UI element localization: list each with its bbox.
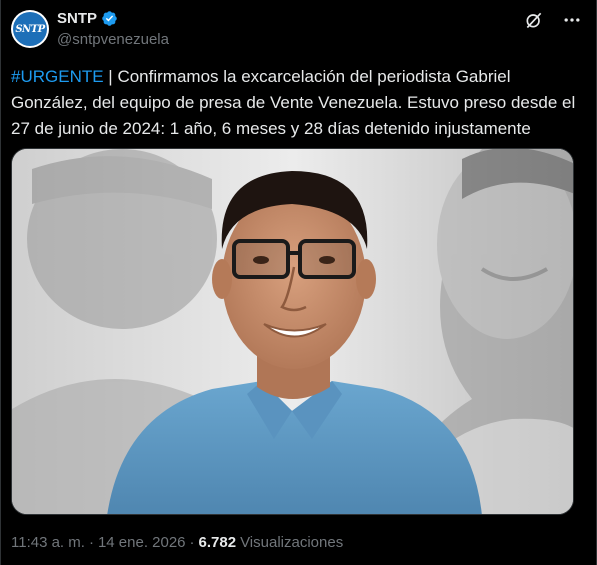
tweet-card[interactable]: SNTP SNTP @sntpvenezuela #URGENTE | Conf…: [0, 0, 597, 565]
meta-separator: ·: [88, 534, 94, 551]
grok-slash-icon[interactable]: [524, 10, 544, 30]
tweet-actions-top: [524, 10, 582, 30]
hashtag-link[interactable]: #URGENTE: [11, 67, 104, 86]
author-handle[interactable]: @sntpvenezuela: [57, 31, 169, 48]
tweet-metadata: 11:43 a. m. · 14 ene. 2026 · 6.782 Visua…: [11, 534, 343, 551]
tweet-date[interactable]: 14 ene. 2026: [98, 534, 186, 551]
views-label: Visualizaciones: [240, 534, 344, 551]
tweet-text: #URGENTE | Confirmamos la excarcelación …: [11, 64, 583, 142]
more-dots-icon[interactable]: [562, 10, 582, 30]
avatar[interactable]: SNTP: [11, 10, 49, 48]
tweet-photo[interactable]: [11, 148, 574, 515]
tweet-time[interactable]: 11:43 a. m.: [11, 534, 85, 551]
avatar-logo: SNTP: [13, 12, 47, 46]
author-name-row: SNTP: [57, 10, 118, 27]
meta-separator: ·: [189, 534, 195, 551]
views-count: 6.782: [198, 534, 237, 551]
author-display-name[interactable]: SNTP: [57, 10, 97, 27]
verified-badge-icon: [101, 10, 118, 27]
